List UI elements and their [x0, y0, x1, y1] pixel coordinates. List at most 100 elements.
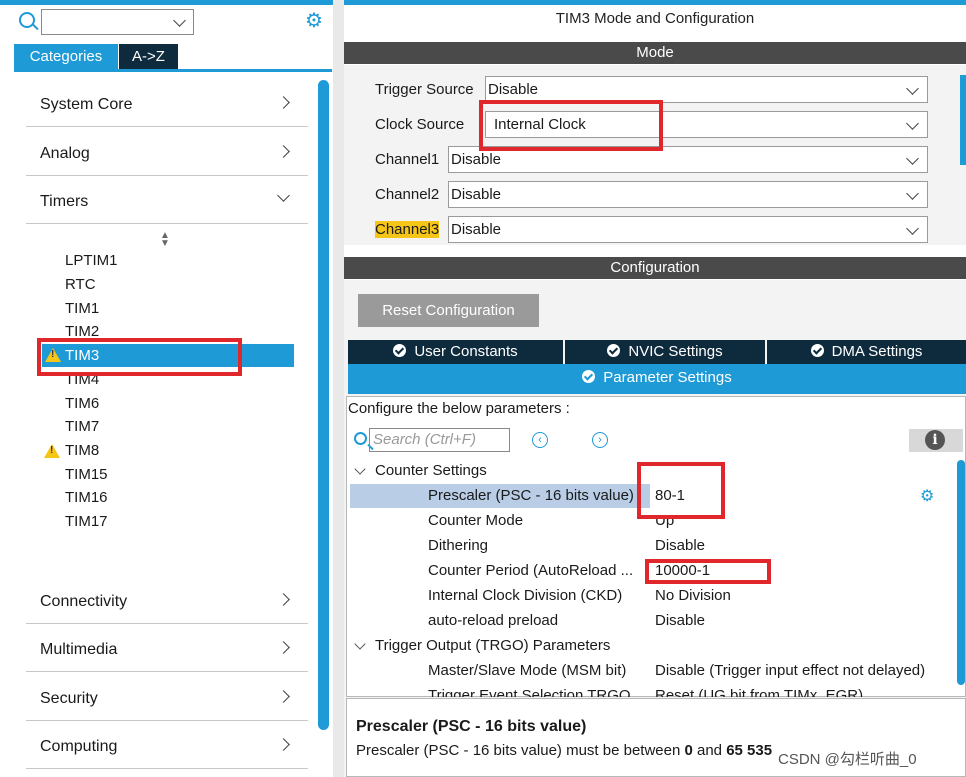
tab-dma-settings[interactable]: DMA Settings	[767, 340, 966, 364]
chevron-right-icon	[277, 738, 290, 751]
red-highlight-box	[37, 338, 242, 376]
tab-a-z[interactable]: A->Z	[119, 44, 178, 69]
sort-arrows-icon[interactable]: ▲ ▼	[160, 231, 170, 249]
mode-header: Mode	[344, 42, 966, 64]
timer-item-tim1[interactable]: TIM1	[65, 300, 99, 317]
param-label[interactable]: Counter Mode	[428, 512, 523, 529]
red-highlight-box	[645, 559, 771, 584]
param-value[interactable]: Disable	[655, 537, 705, 554]
param-value[interactable]: Disable	[655, 612, 705, 629]
params-scrollbar[interactable]	[957, 460, 965, 685]
gear-icon[interactable]: ⚙	[305, 11, 323, 31]
gear-icon[interactable]: ⚙	[920, 486, 934, 506]
info-icon: i	[925, 430, 945, 450]
channel3-select[interactable]: Disable	[448, 216, 928, 243]
timer-item-tim15[interactable]: TIM15	[65, 466, 108, 483]
search-icon[interactable]	[19, 12, 35, 28]
tab-categories[interactable]: Categories	[14, 44, 118, 69]
group-trgo-parameters[interactable]: Trigger Output (TRGO) Parameters	[375, 637, 610, 654]
select-value: Disable	[451, 186, 502, 203]
category-analog[interactable]: Analog	[26, 129, 308, 176]
chevron-down-icon	[277, 189, 290, 202]
panel-divider[interactable]	[333, 0, 344, 777]
check-circle-icon	[810, 344, 824, 357]
tab-label: DMA Settings	[831, 343, 923, 360]
category-label: Timers	[40, 193, 89, 210]
tab-label: Parameter Settings	[603, 369, 732, 386]
category-label: Connectivity	[40, 593, 128, 610]
chevron-right-icon	[277, 641, 290, 654]
page-title: TIM3 Mode and Configuration	[555, 10, 755, 27]
category-connectivity[interactable]: Connectivity	[26, 577, 308, 624]
reset-configuration-button[interactable]: Reset Configuration	[358, 294, 539, 327]
tab-nvic-settings[interactable]: NVIC Settings	[565, 340, 765, 364]
param-label[interactable]: Internal Clock Division (CKD)	[428, 587, 622, 604]
field-label: Trigger Source	[375, 81, 474, 98]
param-value[interactable]: Disable (Trigger input effect not delaye…	[655, 662, 925, 679]
param-value[interactable]: Reset (UG bit from TIMx_EGR)	[655, 687, 863, 697]
param-label[interactable]: Dithering	[428, 537, 488, 554]
category-label: Analog	[40, 145, 90, 162]
chevron-right-icon	[277, 690, 290, 703]
configuration-header: Configuration	[344, 257, 966, 279]
search-icon	[354, 432, 367, 445]
previous-icon[interactable]: ‹	[532, 432, 548, 448]
param-label[interactable]: Counter Period (AutoReload ...	[428, 562, 633, 579]
select-value: Disable	[488, 81, 539, 98]
category-label: System Core	[40, 96, 133, 113]
timer-item-tim6[interactable]: TIM6	[65, 395, 99, 412]
next-icon[interactable]: ›	[592, 432, 608, 448]
group-counter-settings[interactable]: Counter Settings	[375, 462, 487, 479]
category-multimedia[interactable]: Multimedia	[26, 625, 308, 672]
field-label: Channel3	[375, 221, 440, 238]
timer-item-lptim1[interactable]: LPTIM1	[65, 252, 118, 269]
category-label: Computing	[40, 738, 118, 755]
check-circle-icon	[582, 370, 596, 383]
param-label[interactable]: Trigger Event Selection TRGO	[428, 687, 631, 697]
channel2-select[interactable]: Disable	[448, 181, 928, 208]
red-highlight-box	[637, 462, 725, 519]
chevron-down-icon	[906, 222, 919, 235]
tab-parameter-settings[interactable]: Parameter Settings	[348, 364, 966, 394]
category-security[interactable]: Security	[26, 674, 308, 721]
param-label[interactable]: auto-reload preload	[428, 612, 558, 629]
timer-item-tim7[interactable]: TIM7	[65, 418, 99, 435]
chevron-right-icon	[277, 593, 290, 606]
timer-item-tim17[interactable]: TIM17	[65, 513, 108, 530]
search-combo[interactable]	[41, 9, 194, 35]
category-system-core[interactable]: System Core	[26, 80, 308, 127]
timer-item-tim8[interactable]: TIM8	[65, 442, 99, 459]
tab-user-constants[interactable]: User Constants	[348, 340, 563, 364]
description-text: Prescaler (PSC - 16 bits value) must be …	[356, 742, 772, 759]
left-scrollbar[interactable]	[318, 80, 329, 730]
watermark: CSDN @勾栏听曲_0	[778, 751, 917, 768]
chevron-right-icon	[277, 96, 290, 109]
warning-icon	[44, 444, 60, 458]
check-circle-icon	[607, 344, 621, 357]
tab-label: User Constants	[414, 343, 518, 360]
chevron-down-icon	[906, 117, 919, 130]
description-title: Prescaler (PSC - 16 bits value)	[356, 718, 587, 735]
param-label[interactable]: Master/Slave Mode (MSM bit)	[428, 662, 626, 679]
chevron-down-icon	[906, 152, 919, 165]
param-value[interactable]: No Division	[655, 587, 731, 604]
field-label: Channel2	[375, 186, 440, 203]
description-max: 65 535	[726, 742, 773, 759]
mode-scrollbar[interactable]	[960, 75, 966, 165]
description-text-pre: Prescaler (PSC - 16 bits value) must be …	[356, 742, 685, 759]
param-label[interactable]: Prescaler (PSC - 16 bits value)	[428, 487, 634, 504]
timer-item-tim16[interactable]: TIM16	[65, 489, 108, 506]
trigger-source-select[interactable]: Disable	[485, 76, 928, 103]
description-text-mid: and	[692, 742, 727, 759]
chevron-right-icon	[277, 145, 290, 158]
category-computing[interactable]: Computing	[26, 722, 308, 769]
category-label: Multimedia	[40, 641, 118, 658]
field-label: Clock Source	[375, 116, 465, 133]
category-label: Security	[40, 690, 98, 707]
category-timers[interactable]: Timers	[26, 177, 308, 224]
red-highlight-box	[479, 100, 663, 151]
select-value: Disable	[451, 221, 502, 238]
param-search-input[interactable]: Search (Ctrl+F)	[369, 428, 510, 452]
timer-item-rtc[interactable]: RTC	[65, 276, 96, 293]
select-value: Disable	[451, 151, 502, 168]
